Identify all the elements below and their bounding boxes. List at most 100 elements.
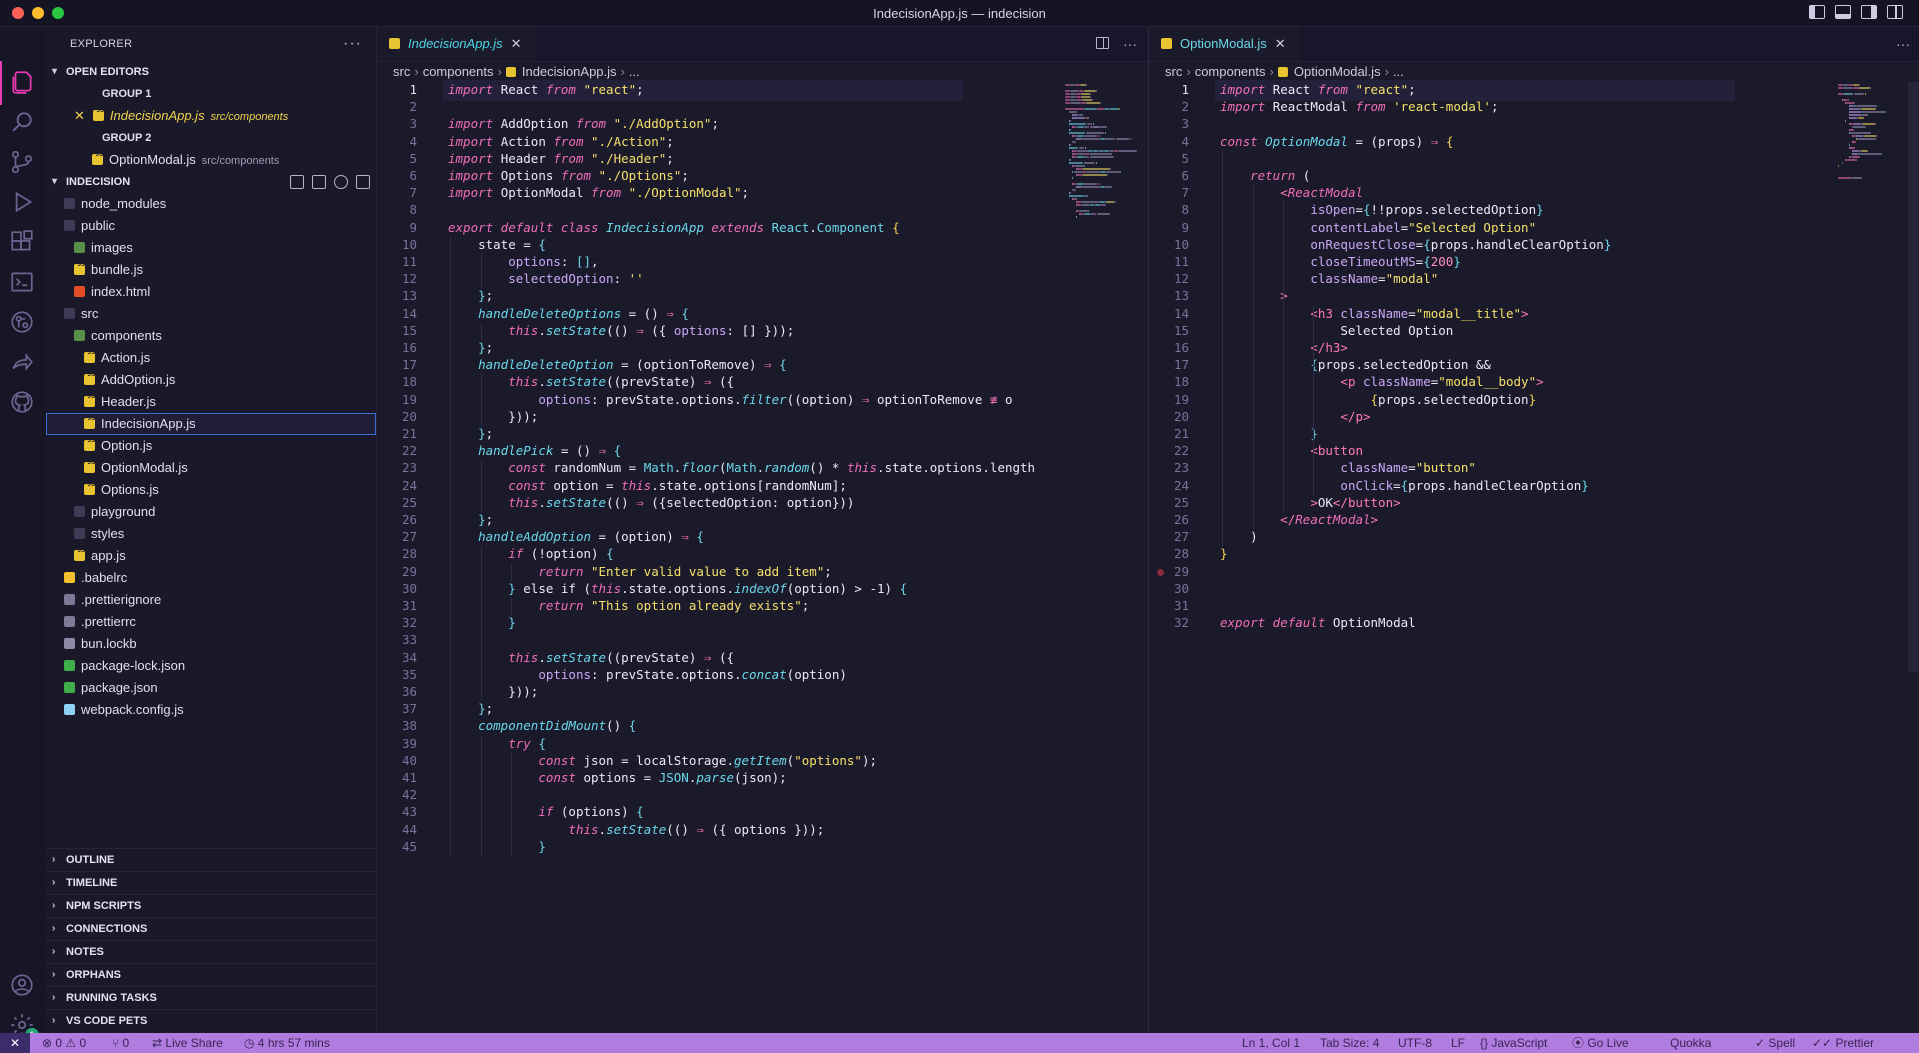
- file-tree-item[interactable]: .babelrc: [46, 567, 376, 589]
- more-actions-icon[interactable]: ···: [1123, 36, 1137, 52]
- search-icon[interactable]: [9, 109, 37, 137]
- sidebar-section-running-tasks[interactable]: › RUNNING TASKS: [46, 986, 376, 1009]
- collapse-all-icon[interactable]: [356, 175, 370, 189]
- code-line[interactable]: export default OptionModal: [1220, 615, 1416, 630]
- code-line[interactable]: if (!option) {: [448, 546, 613, 561]
- git-graph-icon[interactable]: [9, 309, 37, 337]
- breadcrumb-item[interactable]: OptionModal.js: [1294, 64, 1381, 79]
- remote-indicator-icon[interactable]: ✕: [0, 1033, 30, 1053]
- sidebar-section-outline[interactable]: › OUTLINE: [46, 848, 376, 871]
- breadcrumb-item[interactable]: ...: [629, 64, 640, 79]
- close-icon[interactable]: ✕: [74, 108, 85, 123]
- status-time[interactable]: ◷ 4 hrs 57 mins: [244, 1033, 330, 1053]
- code-line[interactable]: };: [448, 701, 493, 716]
- sidebar-section-orphans[interactable]: › ORPHANS: [46, 963, 376, 986]
- file-tree-item[interactable]: package.json: [46, 677, 376, 699]
- code-line[interactable]: export default class IndecisionApp exten…: [448, 220, 900, 235]
- file-tree-item[interactable]: AddOption.js: [46, 364, 376, 391]
- new-folder-icon[interactable]: [312, 175, 326, 189]
- code-line[interactable]: handleDeleteOption = (optionToRemove) ⇒ …: [448, 357, 787, 372]
- status-prettier[interactable]: ✓✓ Prettier: [1812, 1033, 1874, 1053]
- code-line[interactable]: this.setState(() ⇒ ({ options: [] }));: [448, 323, 794, 338]
- file-tree-item[interactable]: Option.js: [46, 430, 376, 457]
- new-file-icon[interactable]: [290, 175, 304, 189]
- code-line[interactable]: import Header from "./Header";: [448, 151, 674, 166]
- file-tree-item[interactable]: OptionModal.js: [46, 452, 376, 479]
- code-line[interactable]: };: [448, 288, 493, 303]
- code-line[interactable]: return (: [1220, 168, 1310, 183]
- sidebar-section-timeline[interactable]: › TIMELINE: [46, 871, 376, 894]
- close-tab-icon[interactable]: ✕: [1275, 36, 1286, 51]
- sidebar-section-npm-scripts[interactable]: › NPM SCRIPTS: [46, 894, 376, 917]
- code-line[interactable]: const randomNum = Math.floor(Math.random…: [448, 460, 1035, 475]
- sidebar-section-notes[interactable]: › NOTES: [46, 940, 376, 963]
- sidebar-section-vs-code-pets[interactable]: › VS CODE PETS: [46, 1009, 376, 1032]
- code-line[interactable]: className="button": [1220, 460, 1475, 475]
- code-line[interactable]: import Action from "./Action";: [448, 134, 674, 149]
- status-language[interactable]: {} JavaScript: [1480, 1033, 1547, 1053]
- tab-indecisionapp[interactable]: IndecisionApp.js ✕: [377, 27, 536, 61]
- code-line[interactable]: >OK</button>: [1220, 495, 1400, 510]
- code-line[interactable]: const option = this.state.options[random…: [448, 478, 847, 493]
- open-editor-item-indecisionapp[interactable]: ✕ IndecisionApp.js src/components: [46, 100, 376, 127]
- file-tree-item[interactable]: Header.js: [46, 386, 376, 413]
- code-line[interactable]: componentDidMount() {: [448, 718, 636, 733]
- code-line[interactable]: selectedOption: '': [448, 271, 643, 286]
- status-quokka[interactable]: Quokka: [1670, 1033, 1711, 1053]
- code-line[interactable]: if (options) {: [448, 804, 643, 819]
- file-tree-item[interactable]: Options.js: [46, 474, 376, 501]
- code-line[interactable]: return "Enter valid value to add item";: [448, 564, 832, 579]
- code-line[interactable]: import React from "react";: [448, 82, 644, 97]
- status-spell[interactable]: ✓ Spell: [1755, 1033, 1795, 1053]
- file-tree-item[interactable]: src: [46, 303, 376, 325]
- file-tree-item[interactable]: package-lock.json: [46, 655, 376, 677]
- code-line[interactable]: handlePick = () ⇒ {: [448, 443, 621, 458]
- code-line[interactable]: import ReactModal from 'react-modal';: [1220, 99, 1499, 114]
- sidebar-section-connections[interactable]: › CONNECTIONS: [46, 917, 376, 940]
- extensions-icon[interactable]: [9, 229, 37, 257]
- code-line[interactable]: }));: [448, 409, 538, 424]
- live-share-icon[interactable]: [9, 349, 37, 377]
- minimap[interactable]: [1838, 84, 1908, 284]
- code-line[interactable]: onRequestClose={props.handleClearOption}: [1220, 237, 1611, 252]
- code-line[interactable]: this.setState(() ⇒ ({ options }));: [448, 822, 824, 837]
- code-line[interactable]: state = {: [448, 237, 546, 252]
- breadcrumb-item[interactable]: src: [393, 64, 410, 79]
- code-line[interactable]: const OptionModal = (props) ⇒ {: [1220, 134, 1453, 149]
- code-line[interactable]: onClick={props.handleClearOption}: [1220, 478, 1588, 493]
- file-tree-item[interactable]: images: [46, 237, 376, 259]
- toggle-secondary-sidebar-icon[interactable]: [1861, 5, 1877, 19]
- code-line[interactable]: import React from "react";: [1220, 82, 1416, 97]
- code-line[interactable]: handleDeleteOptions = () ⇒ {: [448, 306, 689, 321]
- project-section[interactable]: ▾ INDECISION: [46, 171, 376, 193]
- code-line[interactable]: options: prevState.options.concat(option…: [448, 667, 847, 682]
- minimap[interactable]: [1065, 84, 1137, 284]
- breadcrumb-item[interactable]: src: [1165, 64, 1182, 79]
- code-line[interactable]: </ReactModal>: [1220, 512, 1378, 527]
- run-debug-icon[interactable]: [9, 189, 37, 217]
- status-encoding[interactable]: UTF-8: [1398, 1033, 1432, 1053]
- code-line[interactable]: };: [448, 512, 493, 527]
- breadcrumb-item[interactable]: components: [423, 64, 494, 79]
- status-ports[interactable]: ⑂ 0: [112, 1033, 129, 1053]
- more-actions-icon[interactable]: ···: [1896, 36, 1910, 52]
- open-editors-section[interactable]: ▾ OPEN EDITORS: [46, 61, 376, 83]
- code-line[interactable]: } else if (this.state.options.indexOf(op…: [448, 581, 907, 596]
- code-line[interactable]: ): [1220, 529, 1258, 544]
- github-icon[interactable]: [9, 389, 37, 417]
- file-tree-item[interactable]: bun.lockb: [46, 633, 376, 655]
- editor-scrollbar[interactable]: [1908, 82, 1919, 672]
- status-liveshare[interactable]: ⇄ Live Share: [152, 1033, 223, 1053]
- file-tree-item[interactable]: .prettierrc: [46, 611, 376, 633]
- open-editor-item-optionmodal[interactable]: OptionModal.js src/components: [46, 144, 376, 171]
- status-tabsize[interactable]: Tab Size: 4: [1320, 1033, 1379, 1053]
- terminal-icon[interactable]: [9, 269, 37, 297]
- status-eol[interactable]: LF: [1451, 1033, 1465, 1053]
- close-tab-icon[interactable]: ✕: [511, 36, 522, 51]
- code-line[interactable]: this.setState(() ⇒ ({selectedOption: opt…: [448, 495, 854, 510]
- customize-layout-icon[interactable]: [1887, 5, 1903, 19]
- file-tree-item[interactable]: styles: [46, 523, 376, 545]
- refresh-icon[interactable]: [334, 175, 348, 189]
- file-tree-item[interactable]: index.html: [46, 281, 376, 303]
- file-tree-item[interactable]: IndecisionApp.js: [46, 408, 376, 435]
